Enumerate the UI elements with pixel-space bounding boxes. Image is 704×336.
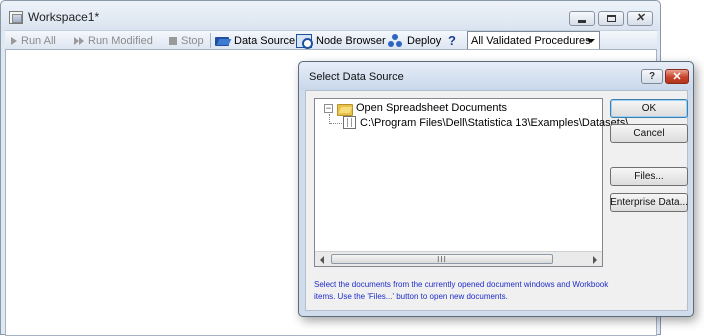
- help-icon: ?: [448, 33, 456, 48]
- tree-root-label: Open Spreadsheet Documents: [356, 102, 508, 114]
- close-button[interactable]: ✕: [627, 11, 653, 26]
- files-button[interactable]: Files...: [610, 167, 688, 186]
- workspace-app-icon: [9, 11, 23, 24]
- ok-button[interactable]: OK: [610, 99, 688, 118]
- dialog-body: − Open Spreadsheet Documents C:\Program …: [305, 90, 688, 311]
- deploy-icon: [388, 33, 403, 48]
- run-all-label: Run All: [21, 34, 56, 47]
- minimize-icon: [578, 19, 586, 23]
- close-icon: ✕: [635, 12, 645, 24]
- node-browser-button[interactable]: Node Browser: [296, 32, 386, 49]
- help-button[interactable]: ?: [448, 32, 456, 49]
- spreadsheet-icon: [343, 116, 356, 129]
- toolbar-separator: [210, 33, 211, 48]
- run-modified-label: Run Modified: [88, 34, 153, 47]
- maximize-button[interactable]: [598, 11, 624, 26]
- deploy-label: Deploy: [407, 34, 442, 47]
- play-icon: [11, 36, 17, 45]
- scroll-right-icon[interactable]: [593, 256, 597, 264]
- dialog-hint-text: Select the documents from the currently …: [314, 280, 609, 301]
- run-all-button[interactable]: Run All: [11, 32, 56, 49]
- run-modified-icon: [74, 36, 84, 45]
- dialog-help-button[interactable]: ?: [641, 69, 663, 84]
- run-modified-button[interactable]: Run Modified: [74, 32, 153, 49]
- select-data-source-dialog: Select Data Source ? ✕ − Open Spreadshee…: [298, 61, 694, 317]
- workspace-title: Workspace1*: [28, 10, 100, 24]
- workspace-toolbar: Run All Run Modified Stop Data Source No…: [5, 30, 657, 50]
- cancel-button[interactable]: Cancel: [610, 124, 688, 143]
- document-tree[interactable]: − Open Spreadsheet Documents C:\Program …: [314, 98, 628, 267]
- maximize-icon: [606, 15, 616, 22]
- node-browser-icon: [296, 33, 313, 49]
- scroll-thumb[interactable]: III: [331, 254, 553, 264]
- workspace-titlebar[interactable]: Workspace1* ✕: [1, 1, 660, 31]
- collapse-icon[interactable]: −: [324, 103, 333, 113]
- scroll-thumb-grip: III: [437, 254, 447, 264]
- procedures-select-value: All Validated Procedures: [471, 34, 591, 47]
- minimize-button[interactable]: [569, 11, 595, 26]
- chevron-down-icon: [587, 39, 595, 43]
- tree-child-label: C:\Program Files\Dell\Statistica 13\Exam…: [360, 116, 629, 129]
- data-source-label: Data Source: [234, 34, 296, 47]
- deploy-button[interactable]: Deploy: [388, 32, 441, 49]
- procedures-select[interactable]: All Validated Procedures: [467, 31, 600, 50]
- scroll-left-icon[interactable]: [320, 256, 324, 264]
- folder-icon: [337, 103, 353, 116]
- tree-item-dataset[interactable]: C:\Program Files\Dell\Statistica 13\Exam…: [343, 116, 628, 129]
- enterprise-data-button[interactable]: Enterprise Data...: [610, 193, 688, 212]
- node-browser-label: Node Browser: [316, 34, 386, 47]
- dialog-close-button[interactable]: ✕: [665, 69, 689, 84]
- stop-label: Stop: [181, 34, 204, 47]
- horizontal-scrollbar[interactable]: III: [315, 251, 602, 266]
- stop-icon: [169, 36, 177, 45]
- data-source-button[interactable]: Data Source: [215, 32, 295, 49]
- folder-open-icon: [215, 35, 230, 46]
- tree-connector: [330, 123, 342, 124]
- tree-item-open-spreadsheets[interactable]: − Open Spreadsheet Documents: [324, 102, 508, 116]
- dialog-titlebar[interactable]: Select Data Source ? ✕: [299, 62, 693, 90]
- stop-button[interactable]: Stop: [169, 32, 204, 49]
- dialog-title: Select Data Source: [309, 71, 404, 83]
